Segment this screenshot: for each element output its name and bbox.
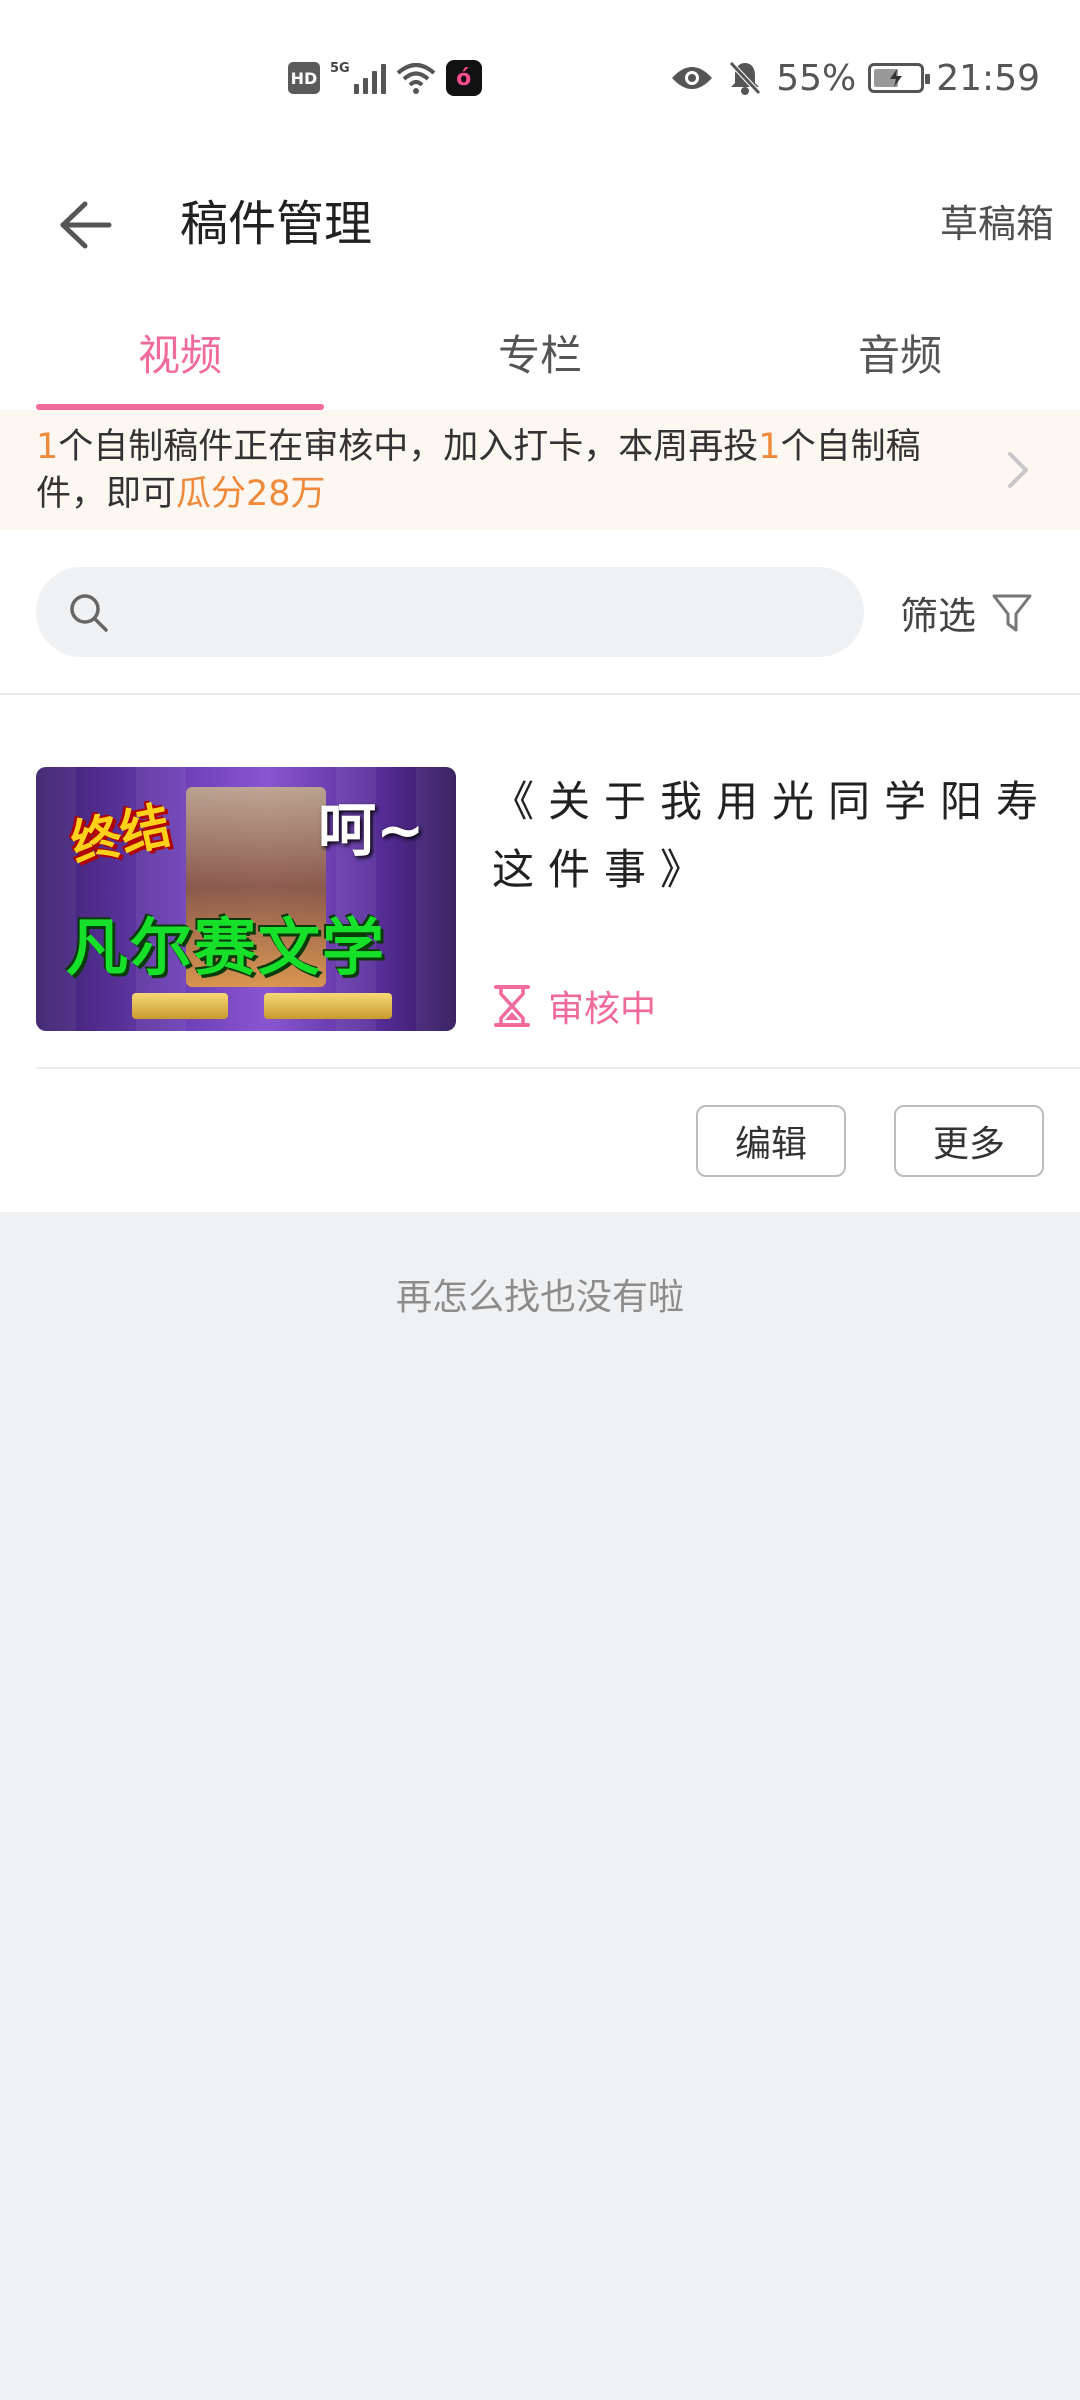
video-thumbnail[interactable]: 终结 呵~ 凡尔赛文学 [36, 767, 456, 1031]
thumbnail-caption: 呵~ [318, 796, 425, 864]
tab-column[interactable]: 专栏 [360, 300, 720, 410]
notice-text-part: 个自制稿件正在审核中，加入打卡，本周再投 [58, 427, 759, 467]
wifi-icon [396, 63, 436, 94]
notice-count: 1 [758, 427, 781, 467]
review-status-label: 审核中 [548, 989, 657, 1030]
clock: 21:59 [936, 57, 1040, 99]
chevron-right-icon [1008, 452, 1028, 488]
video-title[interactable]: 《关于我用光同学阳寿这件事》 [492, 768, 1052, 904]
back-button[interactable] [40, 180, 130, 270]
tab-video[interactable]: 视频 [0, 300, 360, 410]
filter-icon [992, 594, 1032, 632]
search-icon [70, 594, 108, 632]
drafts-button[interactable]: 草稿箱 [940, 196, 1054, 252]
thumbnail-decoration [264, 993, 392, 1019]
back-arrow-icon [60, 201, 112, 249]
thumbnail-caption: 凡尔赛文学 [66, 911, 387, 984]
tab-audio[interactable]: 音频 [720, 300, 1080, 410]
notice-text: 1个自制稿件正在审核中，加入打卡，本周再投1个自制稿件，即可瓜分28万 [36, 424, 956, 518]
network-type: 5G [330, 60, 350, 76]
signal-icon [353, 62, 386, 94]
notice-reward: 瓜分28万 [176, 474, 326, 514]
section-divider [0, 693, 1080, 695]
edit-button[interactable]: 编辑 [696, 1105, 846, 1177]
status-bar: HD 5G ó 55% 21:59 [0, 0, 1080, 160]
app-icon: ó [445, 60, 482, 96]
notice-banner[interactable]: 1个自制稿件正在审核中，加入打卡，本周再投1个自制稿件，即可瓜分28万 [0, 410, 1080, 530]
page-title: 稿件管理 [180, 196, 373, 252]
review-status: 审核中 [492, 976, 656, 1036]
status-right: 55% 21:59 [670, 56, 1040, 100]
app-bar: 稿件管理 草稿箱 [0, 160, 1080, 290]
more-button[interactable]: 更多 [894, 1105, 1044, 1177]
hourglass-icon [494, 985, 530, 1027]
bell-off-icon [729, 61, 762, 95]
battery-percent: 55% [776, 57, 857, 99]
filter-button[interactable]: 筛选 [900, 572, 1034, 652]
filter-label: 筛选 [900, 593, 977, 638]
end-of-list-text: 再怎么找也没有啦 [395, 1277, 684, 1318]
battery-icon [868, 63, 931, 93]
search-input[interactable] [126, 567, 830, 659]
tab-bar: 视频 专栏 音频 [0, 300, 1080, 410]
eye-icon [672, 67, 713, 89]
thumbnail-decoration [132, 993, 228, 1019]
status-left: HD 5G ó [288, 58, 482, 98]
card-divider [36, 1067, 1080, 1069]
hd-icon: HD [288, 62, 320, 94]
notice-count: 1 [36, 427, 59, 467]
search-box[interactable] [36, 567, 864, 659]
